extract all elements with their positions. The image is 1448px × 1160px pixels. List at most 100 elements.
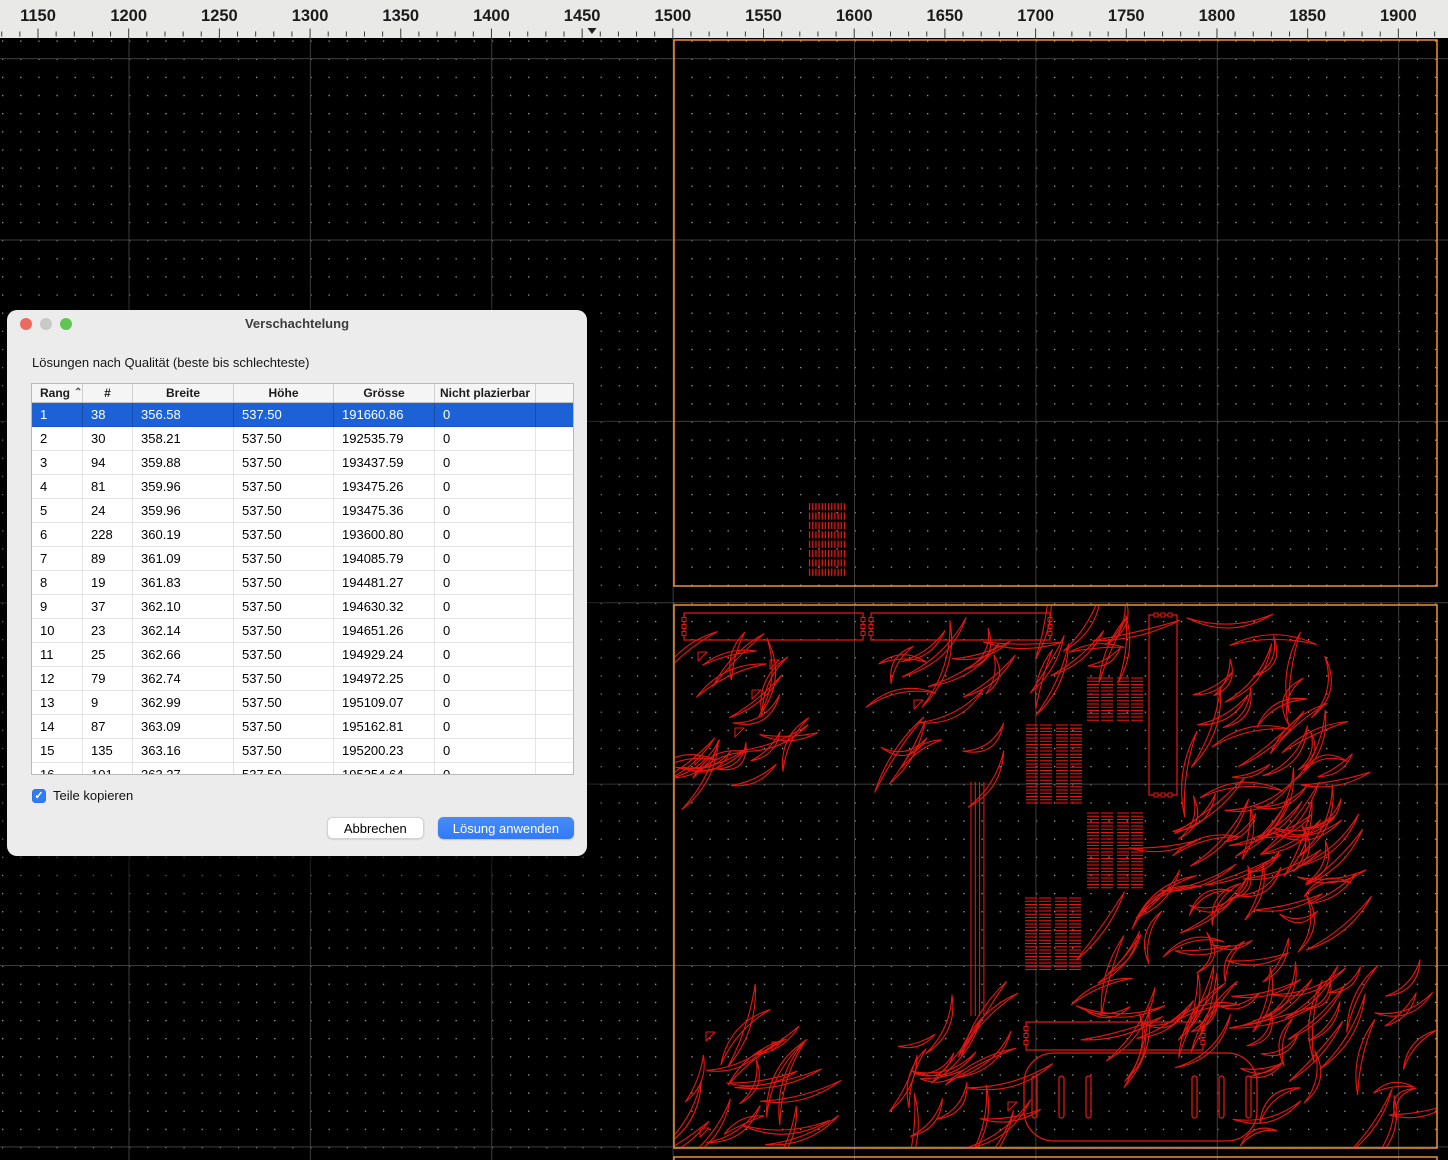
cell: 194481.27 bbox=[334, 571, 435, 594]
cell: 135 bbox=[83, 739, 133, 762]
cell: 0 bbox=[435, 667, 536, 690]
table-row[interactable]: 1125362.66537.50194929.240 bbox=[32, 643, 573, 667]
table-row[interactable]: 1487363.09537.50195162.810 bbox=[32, 715, 573, 739]
cell: 537.50 bbox=[234, 667, 334, 690]
cell: 101 bbox=[83, 763, 133, 775]
nesting-dialog: Verschachtelung Lösungen nach Qualität (… bbox=[7, 310, 587, 856]
cell: 0 bbox=[435, 451, 536, 474]
table-row[interactable]: 6228360.19537.50193600.800 bbox=[32, 523, 573, 547]
cell: 2 bbox=[32, 427, 83, 450]
cell-filler bbox=[536, 667, 573, 690]
cell: 1 bbox=[32, 403, 83, 426]
cell-filler bbox=[536, 403, 573, 426]
copy-parts-checkbox[interactable]: ✓ bbox=[32, 789, 46, 803]
ruler-label: 1600 bbox=[836, 7, 873, 25]
cell: 23 bbox=[83, 619, 133, 642]
cell: 359.88 bbox=[133, 451, 234, 474]
column-header-filler[interactable] bbox=[536, 384, 573, 402]
table-header-row: Rang⌃#BreiteHöheGrösseNicht plazierbar bbox=[32, 384, 573, 403]
column-header--[interactable]: # bbox=[83, 384, 133, 402]
cell: 537.50 bbox=[234, 763, 334, 775]
cell: 0 bbox=[435, 595, 536, 618]
cell: 7 bbox=[32, 547, 83, 570]
table-row[interactable]: 789361.09537.50194085.790 bbox=[32, 547, 573, 571]
cell: 0 bbox=[435, 739, 536, 762]
cell-filler bbox=[536, 499, 573, 522]
ruler-label: 1850 bbox=[1289, 7, 1326, 25]
cancel-button[interactable]: Abbrechen bbox=[327, 817, 424, 839]
ruler-label: 1250 bbox=[201, 7, 238, 25]
app-window: { "ruler": { "labels": ["1150","1200","1… bbox=[0, 0, 1448, 1160]
cell-filler bbox=[536, 547, 573, 570]
cell: 360.19 bbox=[133, 523, 234, 546]
ruler-label: 1450 bbox=[564, 7, 601, 25]
table-row[interactable]: 937362.10537.50194630.320 bbox=[32, 595, 573, 619]
cell: 9 bbox=[83, 691, 133, 714]
dialog-titlebar[interactable]: Verschachtelung bbox=[7, 310, 587, 337]
table-row[interactable]: 230358.21537.50192535.790 bbox=[32, 427, 573, 451]
solutions-subtitle: Lösungen nach Qualität (beste bis schlec… bbox=[32, 355, 310, 370]
cell: 0 bbox=[435, 403, 536, 426]
table-row[interactable]: 139362.99537.50195109.070 bbox=[32, 691, 573, 715]
cell: 537.50 bbox=[234, 451, 334, 474]
cell: 193437.59 bbox=[334, 451, 435, 474]
cell: 16 bbox=[32, 763, 83, 775]
solutions-table[interactable]: Rang⌃#BreiteHöheGrösseNicht plazierbar 1… bbox=[31, 383, 574, 775]
cell: 358.21 bbox=[133, 427, 234, 450]
cell: 537.50 bbox=[234, 643, 334, 666]
table-row[interactable]: 394359.88537.50193437.590 bbox=[32, 451, 573, 475]
ruler-label: 1650 bbox=[927, 7, 964, 25]
cell: 362.74 bbox=[133, 667, 234, 690]
cell: 361.83 bbox=[133, 571, 234, 594]
cell-filler bbox=[536, 643, 573, 666]
cell: 0 bbox=[435, 571, 536, 594]
cell: 14 bbox=[32, 715, 83, 738]
column-header-h-he[interactable]: Höhe bbox=[234, 384, 334, 402]
copy-parts-label: Teile kopieren bbox=[53, 788, 133, 803]
cell: 12 bbox=[32, 667, 83, 690]
cell: 25 bbox=[83, 643, 133, 666]
cell: 0 bbox=[435, 619, 536, 642]
table-row[interactable]: 15135363.16537.50195200.230 bbox=[32, 739, 573, 763]
column-header-gr-sse[interactable]: Grösse bbox=[334, 384, 435, 402]
table-row[interactable]: 819361.83537.50194481.270 bbox=[32, 571, 573, 595]
cell: 537.50 bbox=[234, 715, 334, 738]
cell: 193600.80 bbox=[334, 523, 435, 546]
cell: 537.50 bbox=[234, 595, 334, 618]
cell: 87 bbox=[83, 715, 133, 738]
cell-filler bbox=[536, 595, 573, 618]
cell: 359.96 bbox=[133, 475, 234, 498]
cell-filler bbox=[536, 475, 573, 498]
ruler-label: 1350 bbox=[382, 7, 419, 25]
apply-solution-button[interactable]: Lösung anwenden bbox=[438, 817, 574, 839]
table-row[interactable]: 138356.58537.50191660.860 bbox=[32, 403, 573, 427]
column-header-rang[interactable]: Rang⌃ bbox=[32, 384, 83, 402]
cell: 81 bbox=[83, 475, 133, 498]
cell: 195254.64 bbox=[334, 763, 435, 775]
column-header-nicht-plazierbar[interactable]: Nicht plazierbar bbox=[435, 384, 536, 402]
sort-asc-icon: ⌃ bbox=[74, 387, 82, 398]
table-row[interactable]: 481359.96537.50193475.260 bbox=[32, 475, 573, 499]
cell: 79 bbox=[83, 667, 133, 690]
zoom-icon[interactable] bbox=[60, 318, 72, 330]
column-header-breite[interactable]: Breite bbox=[133, 384, 234, 402]
cell: 193475.36 bbox=[334, 499, 435, 522]
table-row[interactable]: 1023362.14537.50194651.260 bbox=[32, 619, 573, 643]
cell: 0 bbox=[435, 547, 536, 570]
cell: 4 bbox=[32, 475, 83, 498]
cell: 537.50 bbox=[234, 547, 334, 570]
close-icon[interactable] bbox=[20, 318, 32, 330]
dialog-buttons: Abbrechen Lösung anwenden bbox=[327, 817, 574, 839]
table-row[interactable]: 524359.96537.50193475.360 bbox=[32, 499, 573, 523]
copy-parts-row: ✓ Teile kopieren bbox=[32, 788, 133, 803]
cell: 192535.79 bbox=[334, 427, 435, 450]
table-row[interactable]: 16101363.27537.50195254.640 bbox=[32, 763, 573, 775]
table-row[interactable]: 1279362.74537.50194972.250 bbox=[32, 667, 573, 691]
minimize-icon[interactable] bbox=[40, 318, 52, 330]
ruler-label: 1700 bbox=[1017, 7, 1054, 25]
cell: 194085.79 bbox=[334, 547, 435, 570]
cell: 195162.81 bbox=[334, 715, 435, 738]
ruler-label: 1800 bbox=[1199, 7, 1236, 25]
cell: 89 bbox=[83, 547, 133, 570]
cell: 361.09 bbox=[133, 547, 234, 570]
